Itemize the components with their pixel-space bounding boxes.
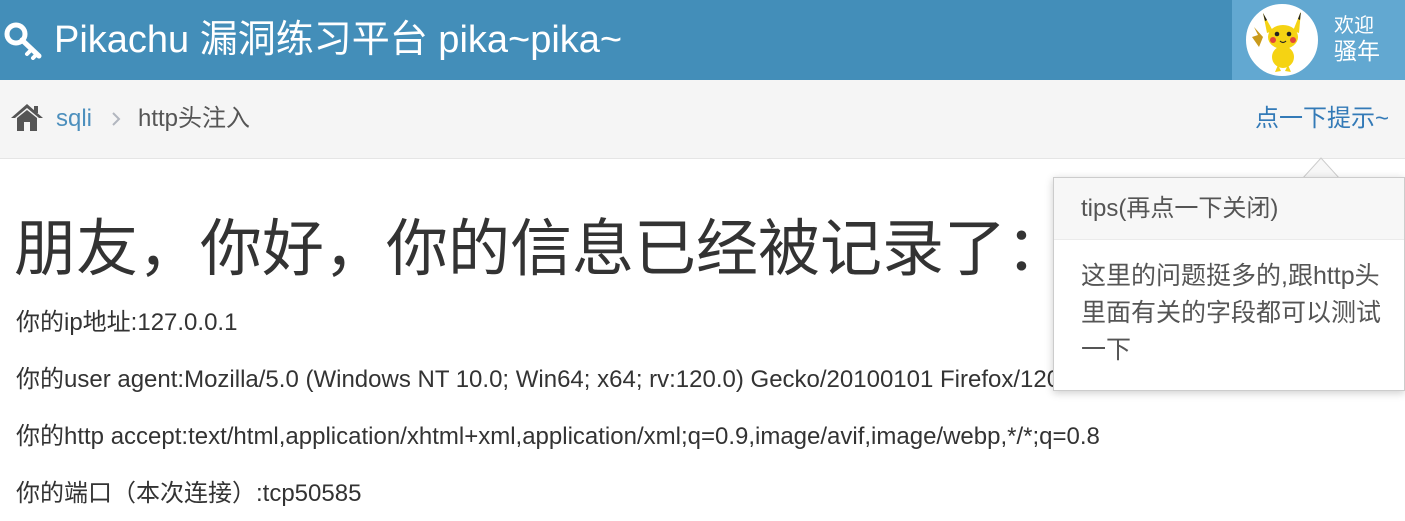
breadcrumb-sqli-link[interactable]: sqli (56, 104, 92, 134)
brand[interactable]: Pikachu 漏洞练习平台 pika~pika~ (4, 0, 622, 80)
breadcrumb-current: http头注入 (138, 105, 251, 132)
welcome-text[interactable]: 欢迎 骚年 (1334, 14, 1380, 66)
key-icon (4, 22, 42, 60)
avatar[interactable] (1246, 4, 1318, 76)
breadcrumb: sqli http头注入 点一下提示~ (0, 80, 1405, 159)
brand-title: Pikachu 漏洞练习平台 pika~pika~ (54, 19, 623, 61)
user-menu[interactable]: 欢迎 骚年 (1232, 0, 1405, 80)
chevron-right-icon (112, 112, 121, 126)
welcome-username: 骚年 (1334, 38, 1380, 65)
home-icon[interactable] (10, 102, 44, 132)
user-agent-line: 你的user agent:Mozilla/5.0 (Windows NT 10.… (16, 366, 1081, 393)
http-accept-line: 你的http accept:text/html,application/xhtm… (16, 423, 1100, 450)
ip-address-line: 你的ip地址:127.0.0.1 (16, 309, 238, 336)
popover-content: 这里的问题挺多的,跟http头里面有关的字段都可以测试一下 (1081, 262, 1382, 364)
port-line: 你的端口（本次连接）:tcp50585 (16, 480, 362, 507)
hint-toggle-link[interactable]: 点一下提示~ (1255, 104, 1389, 134)
popover-title: tips(再点一下关闭) (1054, 178, 1404, 240)
welcome-greeting: 欢迎 (1334, 15, 1374, 38)
pikachu-avatar-image (1252, 11, 1301, 72)
tips-popover[interactable]: tips(再点一下关闭) 这里的问题挺多的,跟http头里面有关的字段都可以测试… (1053, 177, 1405, 391)
popover-arrow (1302, 157, 1340, 179)
page-headline: 朋友，你好，你的信息已经被记录了： (14, 215, 1069, 284)
top-navbar: Pikachu 漏洞练习平台 pika~pika~ 欢迎 骚年 (0, 0, 1405, 80)
